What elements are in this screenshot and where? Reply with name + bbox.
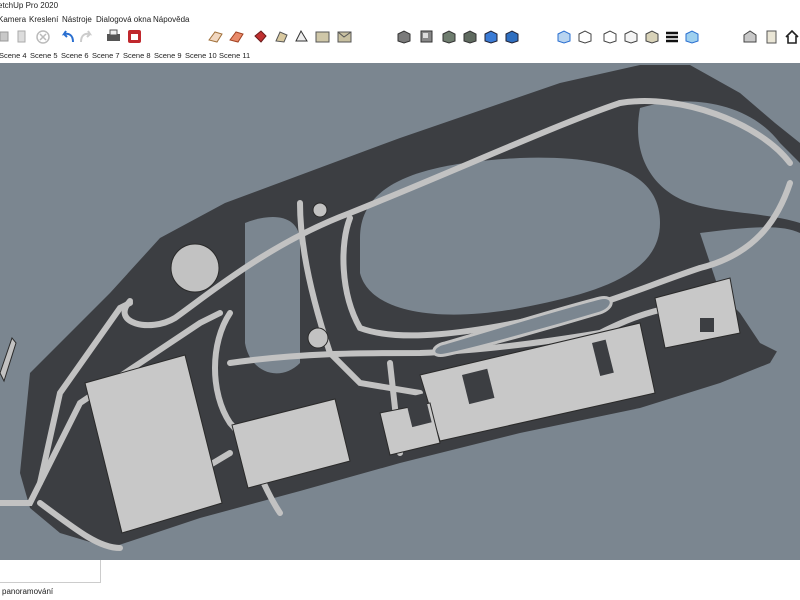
status-bar: panoramování xyxy=(0,560,800,600)
menu-camera[interactable]: Kamera xyxy=(0,15,26,24)
home-icon[interactable] xyxy=(785,29,799,44)
color-style-icon[interactable] xyxy=(685,30,699,44)
cancel-icon[interactable] xyxy=(36,30,50,44)
menu-help[interactable]: Nápověda xyxy=(153,15,189,24)
section-plane-icon[interactable] xyxy=(208,31,223,43)
wireframe-style-icon[interactable] xyxy=(578,30,592,44)
hidden-line-style-icon[interactable] xyxy=(603,30,617,44)
iso-camera-icon[interactable] xyxy=(743,30,757,43)
scene-tab-5[interactable]: Scene 5 xyxy=(30,51,58,60)
back-view-icon[interactable] xyxy=(484,30,498,44)
menu-draw[interactable]: Kreslení xyxy=(29,15,58,24)
extension-warehouse-icon[interactable] xyxy=(128,30,141,43)
paint-bucket-icon[interactable] xyxy=(254,30,267,43)
west-edge-structure xyxy=(0,336,17,383)
layer-icon[interactable] xyxy=(766,30,777,44)
fountain xyxy=(312,202,328,218)
scene-warehouse-icon[interactable] xyxy=(337,31,352,43)
left-view-icon[interactable] xyxy=(505,30,519,44)
scene-tab-10[interactable]: Scene 10 xyxy=(185,51,217,60)
scene-tab-11[interactable]: Scene 11 xyxy=(219,51,250,60)
round-pond xyxy=(307,327,329,349)
redo-icon[interactable] xyxy=(80,30,93,43)
push-pull-icon[interactable] xyxy=(0,31,9,42)
scene-tabs: Scene 4 Scene 5 Scene 6 Scene 7 Scene 8 … xyxy=(0,48,800,63)
round-garden xyxy=(170,243,220,293)
status-divider xyxy=(100,560,101,582)
eraser-icon[interactable] xyxy=(17,30,26,43)
status-text: panoramování xyxy=(2,587,54,596)
shaded-textures-style-icon[interactable] xyxy=(645,30,659,44)
iso-view-icon[interactable] xyxy=(397,30,411,44)
scene-tab-4[interactable]: Scene 4 xyxy=(0,51,27,60)
scene-tab-8[interactable]: Scene 8 xyxy=(123,51,151,60)
right-view-icon[interactable] xyxy=(463,30,477,44)
undo-icon[interactable] xyxy=(61,30,74,43)
xray-style-icon[interactable] xyxy=(557,30,571,44)
model-viewport[interactable] xyxy=(0,63,800,560)
menu-tools[interactable]: Nástroje xyxy=(62,15,92,24)
components-icon[interactable] xyxy=(295,29,308,42)
scene-tab-7[interactable]: Scene 7 xyxy=(92,51,120,60)
section-fill-icon[interactable] xyxy=(229,31,244,43)
monochrome-style-icon[interactable] xyxy=(666,31,678,43)
follow-me-icon[interactable] xyxy=(275,31,288,43)
menu-bar: Kamera Kreslení Nástroje Dialogová okna … xyxy=(0,12,800,26)
toolbar xyxy=(0,26,800,48)
front-view-icon[interactable] xyxy=(442,30,456,44)
scene-tab-6[interactable]: Scene 6 xyxy=(61,51,89,60)
window-title: etchUp Pro 2020 xyxy=(0,1,59,10)
scene-tab-9[interactable]: Scene 9 xyxy=(154,51,182,60)
site-plan-model xyxy=(0,65,800,551)
3d-warehouse-icon[interactable] xyxy=(315,31,330,43)
print-icon[interactable] xyxy=(107,29,120,41)
menu-dialogs[interactable]: Dialogová okna xyxy=(96,15,151,24)
top-view-icon[interactable] xyxy=(420,30,433,43)
title-bar: etchUp Pro 2020 xyxy=(0,0,800,12)
toolbar-icons xyxy=(0,29,799,44)
status-divider-horizontal xyxy=(0,582,101,583)
shaded-style-icon[interactable] xyxy=(624,30,638,44)
